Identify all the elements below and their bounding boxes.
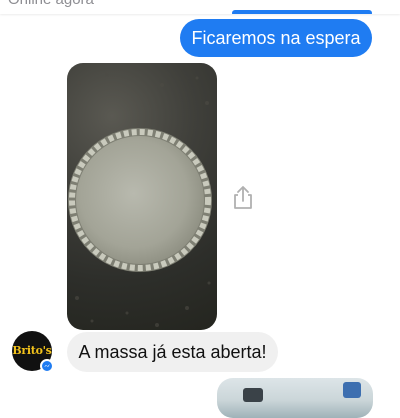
- outgoing-photo-message[interactable]: [217, 378, 373, 418]
- incoming-message-bubble[interactable]: A massa já esta aberta!: [67, 332, 278, 372]
- conversation-header: Online agora: [0, 0, 400, 14]
- outgoing-message-bubble[interactable]: Ficaremos na espera: [180, 19, 372, 57]
- photo-detail: [343, 382, 361, 398]
- dough-photo-image: [68, 73, 212, 327]
- online-status: Online agora: [8, 0, 94, 8]
- share-button[interactable]: [230, 184, 256, 210]
- messenger-icon: [40, 359, 54, 373]
- previous-outgoing-bubble-edge: [232, 10, 372, 14]
- incoming-photo-message[interactable]: [67, 63, 217, 330]
- message-thread: Online agora Ficaremos na espera: [0, 0, 400, 418]
- avatar-logo-text: Brito's: [12, 343, 52, 357]
- share-icon: [234, 186, 252, 209]
